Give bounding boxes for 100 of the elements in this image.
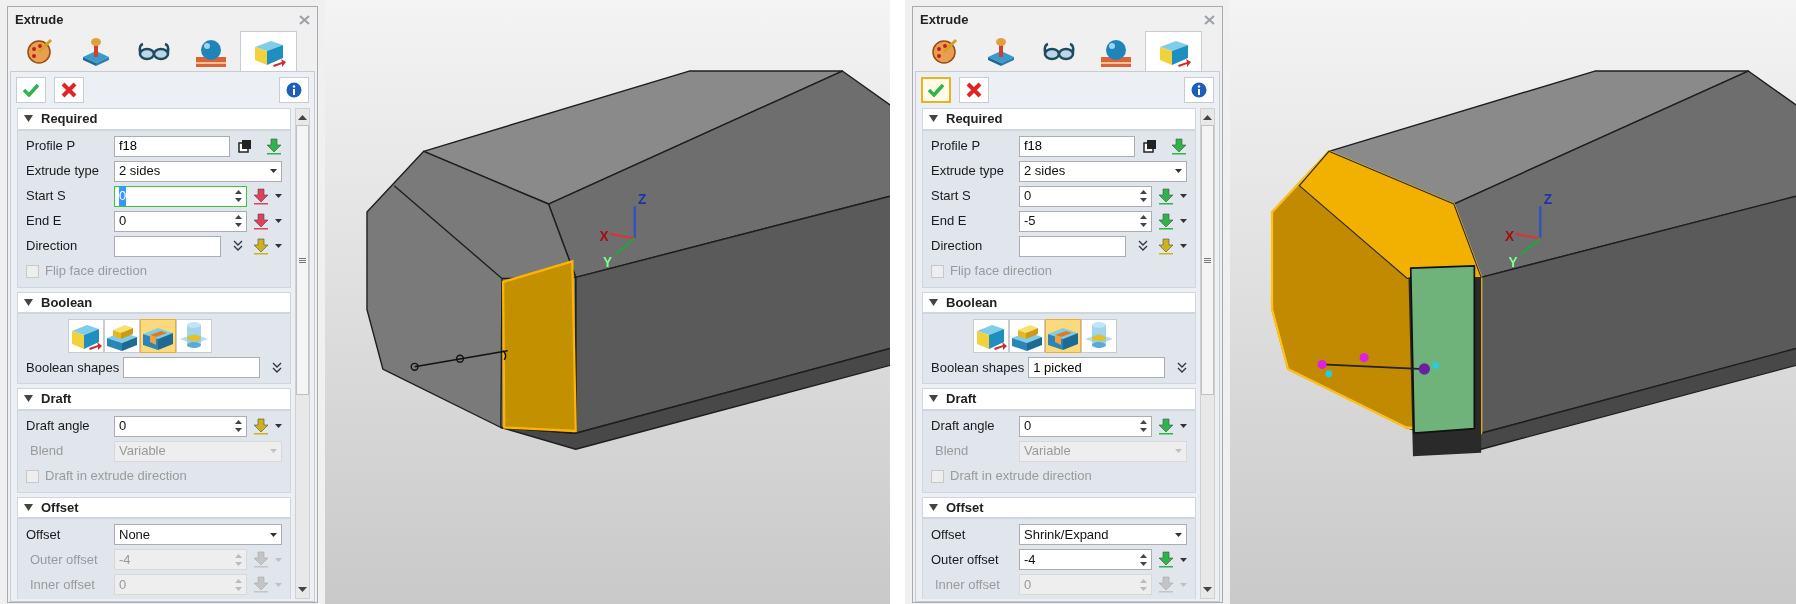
caret-icon[interactable] xyxy=(270,532,277,537)
boolean-option-button[interactable] xyxy=(973,319,1009,353)
ok-button[interactable] xyxy=(921,77,951,103)
boolean-option-button[interactable] xyxy=(140,319,176,353)
caret-icon[interactable] xyxy=(275,219,282,223)
pick-arrow-icon[interactable] xyxy=(1158,417,1174,435)
double-chevron-icon[interactable] xyxy=(233,240,243,252)
caret-icon xyxy=(270,449,277,453)
select-box-icon[interactable] xyxy=(1143,139,1157,153)
section-header[interactable]: Offset xyxy=(922,496,1196,518)
caret-icon xyxy=(1180,582,1187,587)
section-header[interactable]: Required xyxy=(922,108,1196,130)
scrollbar[interactable] xyxy=(295,108,310,599)
caret-icon xyxy=(1175,449,1182,453)
field-label: Blend xyxy=(29,442,65,461)
spin-arrows-icon[interactable] xyxy=(235,190,242,202)
caret-icon[interactable] xyxy=(275,424,282,428)
double-chevron-icon[interactable] xyxy=(1138,240,1148,252)
section-header[interactable]: Required xyxy=(17,108,291,130)
scrollbar-thumb[interactable] xyxy=(296,125,309,395)
tab[interactable] xyxy=(240,31,297,71)
scrollbar-thumb[interactable] xyxy=(1201,125,1214,395)
text-field[interactable]: f18 xyxy=(114,135,230,157)
double-chevron-icon[interactable] xyxy=(1177,361,1187,374)
info-button[interactable] xyxy=(1184,77,1214,103)
dropdown[interactable]: Shrink/Expand xyxy=(1019,524,1187,545)
info-icon xyxy=(1191,82,1207,98)
spin-arrows-icon[interactable] xyxy=(1140,215,1147,227)
spin-arrows-icon[interactable] xyxy=(235,215,242,227)
section-header[interactable]: Boolean xyxy=(17,291,291,313)
boolean-option-button[interactable] xyxy=(1081,319,1117,353)
pick-arrow-icon[interactable] xyxy=(253,237,269,255)
spin-arrows-icon[interactable] xyxy=(1140,553,1147,566)
number-field[interactable]: -5 xyxy=(1019,210,1152,232)
scroll-up-icon[interactable] xyxy=(1203,115,1212,120)
pick-arrow-icon[interactable] xyxy=(266,137,282,155)
select-box-icon[interactable] xyxy=(238,139,252,153)
scrollbar[interactable] xyxy=(1200,108,1215,599)
scroll-up-icon[interactable] xyxy=(298,115,307,120)
pick-arrow-icon[interactable] xyxy=(1158,551,1174,568)
field-label: Draft angle xyxy=(931,417,996,436)
dropdown[interactable]: 2 sides xyxy=(114,160,282,182)
field-label: Inner offset xyxy=(934,575,1001,594)
caret-icon[interactable] xyxy=(1180,424,1187,428)
dropdown[interactable]: 2 sides xyxy=(1019,160,1187,182)
boolean-option-button[interactable] xyxy=(176,319,212,353)
number-field[interactable]: 0 xyxy=(114,415,247,437)
scroll-down-icon[interactable] xyxy=(298,587,307,592)
scroll-down-icon[interactable] xyxy=(1203,587,1212,592)
spin-arrows-icon[interactable] xyxy=(1140,420,1147,432)
section-header[interactable]: Offset xyxy=(17,496,291,518)
caret-icon[interactable] xyxy=(1180,194,1187,198)
pick-arrow-icon[interactable] xyxy=(253,187,269,205)
number-field: -4 xyxy=(114,549,247,570)
pick-arrow-icon[interactable] xyxy=(1171,137,1187,155)
section-header[interactable]: Draft xyxy=(17,388,291,410)
number-field[interactable]: 0 xyxy=(1019,185,1152,207)
cancel-button[interactable] xyxy=(54,77,84,103)
caret-icon[interactable] xyxy=(1175,532,1182,537)
text-field[interactable]: f18 xyxy=(1019,135,1135,157)
caret-icon[interactable] xyxy=(1180,219,1187,223)
tab[interactable] xyxy=(1145,31,1202,71)
caret-icon[interactable] xyxy=(1180,557,1187,562)
caret-icon[interactable] xyxy=(1180,244,1187,248)
field-label: Blend xyxy=(934,442,970,461)
text-field[interactable] xyxy=(1019,235,1126,257)
collapse-triangle-icon xyxy=(24,394,33,404)
caret-icon[interactable] xyxy=(1175,169,1182,173)
boolean-option-button[interactable] xyxy=(1009,319,1045,353)
number-field[interactable]: -4 xyxy=(1019,549,1152,570)
double-chevron-icon[interactable] xyxy=(272,361,282,374)
section-header[interactable]: Draft xyxy=(922,388,1196,410)
pick-arrow-icon[interactable] xyxy=(1158,187,1174,205)
boolean-option-button[interactable] xyxy=(68,319,104,353)
caret-icon[interactable] xyxy=(275,244,282,248)
boolean-option-button[interactable] xyxy=(104,319,140,353)
number-field[interactable]: 0 xyxy=(1019,415,1152,437)
dropdown[interactable]: None xyxy=(114,524,282,545)
collapse-triangle-icon xyxy=(929,114,938,124)
text-field[interactable]: 1 picked xyxy=(1028,357,1165,378)
text-field[interactable] xyxy=(114,235,221,257)
section-header[interactable]: Boolean xyxy=(922,291,1196,313)
pick-arrow-icon[interactable] xyxy=(1158,237,1174,255)
caret-icon[interactable] xyxy=(270,169,277,173)
pick-arrow-icon[interactable] xyxy=(1158,212,1174,230)
pick-arrow-icon[interactable] xyxy=(253,212,269,230)
field-label: Profile P xyxy=(931,137,982,156)
dropdown: Variable xyxy=(114,440,282,462)
caret-icon[interactable] xyxy=(275,194,282,198)
spin-arrows-icon[interactable] xyxy=(1140,190,1147,202)
spin-arrows-icon xyxy=(235,578,242,591)
cancel-button[interactable] xyxy=(959,77,989,103)
number-field[interactable]: 0 xyxy=(114,210,247,232)
spin-arrows-icon[interactable] xyxy=(235,420,242,432)
text-field[interactable] xyxy=(123,357,260,378)
boolean-option-button[interactable] xyxy=(1045,319,1081,353)
info-button[interactable] xyxy=(279,77,309,103)
ok-button[interactable] xyxy=(16,77,46,103)
pick-arrow-icon[interactable] xyxy=(253,417,269,435)
close-icon xyxy=(966,82,982,98)
